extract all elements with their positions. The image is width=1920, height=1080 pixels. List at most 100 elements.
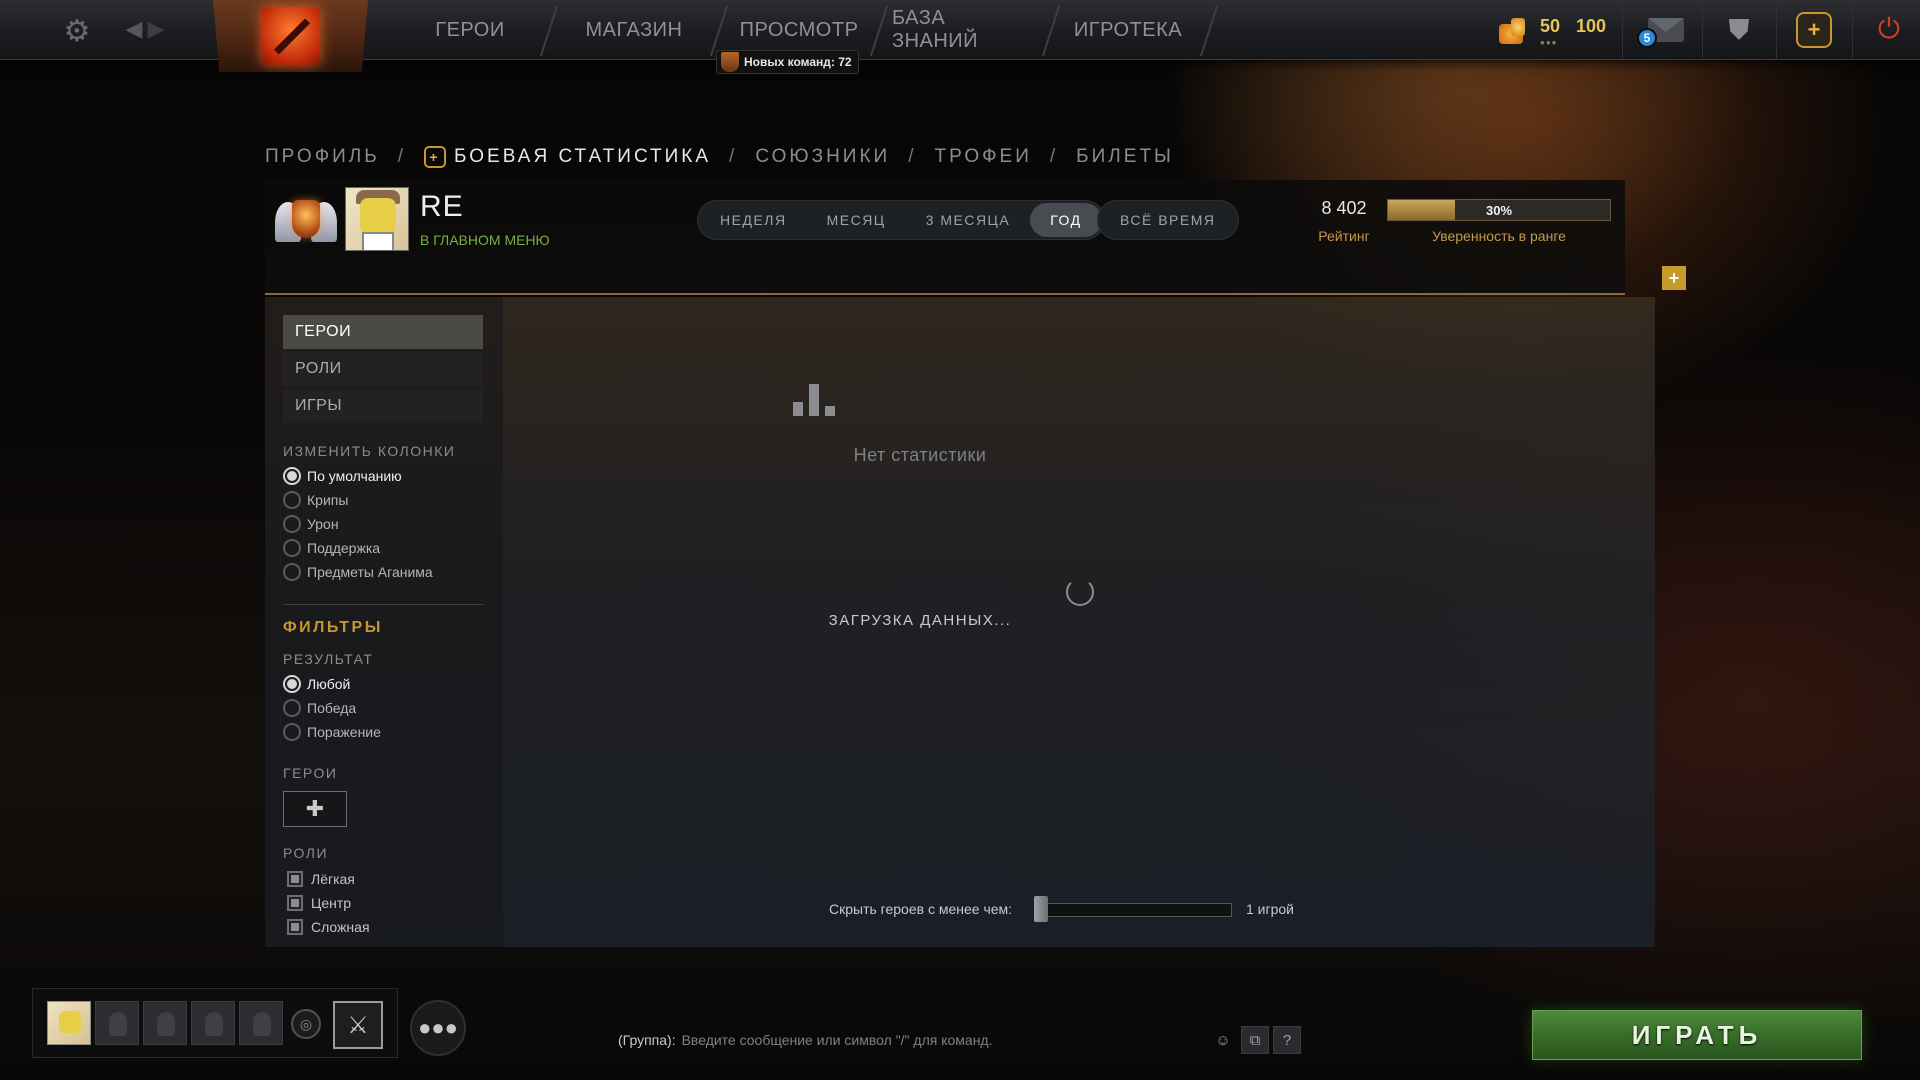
friends-icon[interactable]: ●●● [410,1000,466,1056]
roles-filter-title: РОЛИ [283,845,329,861]
tab-games[interactable]: ИГРЫ [283,389,483,423]
checkbox[interactable] [287,871,303,887]
party-slot-empty[interactable] [239,1001,283,1045]
column-damage-option[interactable]: Урон [283,515,339,533]
result-any-option[interactable]: Любой [283,675,350,693]
radio-button[interactable] [283,675,301,693]
column-support-option[interactable]: Поддержка [283,539,380,557]
crumb-allies[interactable]: СОЮЗНИКИ [755,146,890,168]
bar-chart-bar [809,384,819,416]
armory-icon[interactable]: ⛊ [1722,14,1756,46]
checkbox[interactable] [287,895,303,911]
option-label: Лёгкая [311,871,355,887]
rating-value: 8 402 [1321,198,1367,218]
party-slot-empty[interactable] [191,1001,235,1045]
option-label: Поддержка [307,540,381,556]
period-3-months[interactable]: 3 МЕСЯЦА [906,203,1031,237]
medal-core [292,200,320,238]
option-label: Крипы [307,492,349,508]
crumb-battle-stats[interactable]: + БОЕВАЯ СТАТИСТИКА [424,146,711,168]
tab-roles[interactable]: РОЛИ [283,352,483,386]
period-month[interactable]: МЕСЯЦ [807,203,906,237]
crumb-separator: / [908,146,917,167]
heroes-filter-title: ГЕРОИ [283,765,338,781]
role-mid-option[interactable]: Центр [287,895,351,911]
tab-heroes[interactable]: ГЕРОИ [283,315,483,349]
settings-gear-icon[interactable]: ⚙ [60,14,94,48]
shards-count-b: 100 [1576,16,1607,36]
crumb-tickets[interactable]: БИЛЕТЫ [1076,146,1174,168]
topbar-divider [1776,0,1777,60]
nav-divider [539,6,559,56]
power-icon[interactable]: ⏻ [1872,12,1906,46]
topbar-divider [1852,0,1853,60]
option-label: Центр [311,895,352,911]
radio-button[interactable] [283,563,301,581]
column-aghanim-option[interactable]: Предметы Аганима [283,563,433,581]
result-win-option[interactable]: Победа [283,699,356,717]
option-label: Любой [307,676,351,692]
rank-medal-icon[interactable] [275,188,337,258]
option-label: Победа [307,700,357,716]
crumb-trophies[interactable]: ТРОФЕИ [934,146,1031,168]
radio-button[interactable] [283,467,301,485]
back-arrow-icon[interactable]: ◀ [124,14,144,44]
forward-arrow-icon[interactable]: ▶ [146,14,166,44]
radio-button[interactable] [283,539,301,557]
role-safe-lane-option[interactable]: Лёгкая [287,871,355,887]
add-plus-button[interactable]: + [1662,266,1686,290]
period-year[interactable]: ГОД [1030,203,1102,237]
battle-mode-icon[interactable]: ⚔ [333,1001,383,1049]
dota-logo[interactable] [213,0,368,72]
option-label: Предметы Аганима [307,564,433,580]
crumb-profile[interactable]: ПРОФИЛЬ [265,146,380,168]
period-week[interactable]: НЕДЕЛЯ [700,203,807,237]
dota-plus-icon[interactable]: + [1796,12,1832,48]
party-slot-empty[interactable] [143,1001,187,1045]
min-games-value: 1 игрой [1246,901,1294,917]
nav-store[interactable]: МАГАЗИН [576,0,692,60]
empty-player-icon [253,1012,271,1036]
hide-heroes-label: Скрыть героев с менее чем: [829,901,1013,917]
headset-icon[interactable]: ◎ [291,1009,321,1039]
party-slot-self[interactable] [47,1001,91,1045]
radio-button[interactable] [283,515,301,533]
period-selector: НЕДЕЛЯ МЕСЯЦ 3 МЕСЯЦА ГОД [697,200,1105,240]
avatar-body [362,232,394,250]
radio-button[interactable] [283,491,301,509]
min-games-slider[interactable] [1042,903,1232,917]
empty-player-icon [157,1012,175,1036]
loading-spinner-icon [1066,578,1094,606]
new-commands-badge[interactable]: Новых команд: 72 [716,50,859,74]
player-status: В ГЛАВНОМ МЕНЮ [420,232,550,248]
crumb-battle-stats-label: БОЕВАЯ СТАТИСТИКА [454,146,712,167]
column-default-option[interactable]: По умолчанию [283,467,402,485]
radio-button[interactable] [283,723,301,741]
party-slot-empty[interactable] [95,1001,139,1045]
nav-heroes[interactable]: ГЕРОИ [420,0,520,60]
nav-learn[interactable]: БАЗА ЗНАНИЙ [892,0,1032,60]
rank-confidence-percent: 30% [1485,202,1513,218]
result-loss-option[interactable]: Поражение [283,723,381,741]
checkbox[interactable] [287,919,303,935]
screenshot-icon[interactable]: ⧉ [1241,1026,1269,1054]
role-off-lane-option[interactable]: Сложная [287,919,370,935]
profile-header: RE В ГЛАВНОМ МЕНЮ НЕДЕЛЯ МЕСЯЦ 3 МЕСЯЦА … [265,180,1625,295]
bar-chart-icon [793,382,835,416]
smiley-icon[interactable]: ☺ [1209,1026,1237,1054]
dota-logo-icon [261,7,320,65]
avatar[interactable] [345,187,409,251]
mail-count-badge: 5 [1637,28,1657,48]
nav-divider [1041,6,1061,56]
help-button[interactable]: ? [1273,1026,1301,1054]
option-label: По умолчанию [307,468,402,484]
period-all-time[interactable]: ВСЁ ВРЕМЯ [1097,200,1239,240]
nav-arcade[interactable]: ИГРОТЕКА [1066,0,1190,60]
radio-button[interactable] [283,699,301,717]
add-hero-button[interactable]: ✚ [283,791,347,827]
play-button[interactable]: ИГРАТЬ [1532,1010,1862,1060]
rank-confidence-label: Уверенность в ранге [1432,228,1566,244]
column-creeps-option[interactable]: Крипы [283,491,348,509]
shards-icon[interactable] [1497,16,1529,46]
slider-thumb[interactable] [1034,896,1048,922]
